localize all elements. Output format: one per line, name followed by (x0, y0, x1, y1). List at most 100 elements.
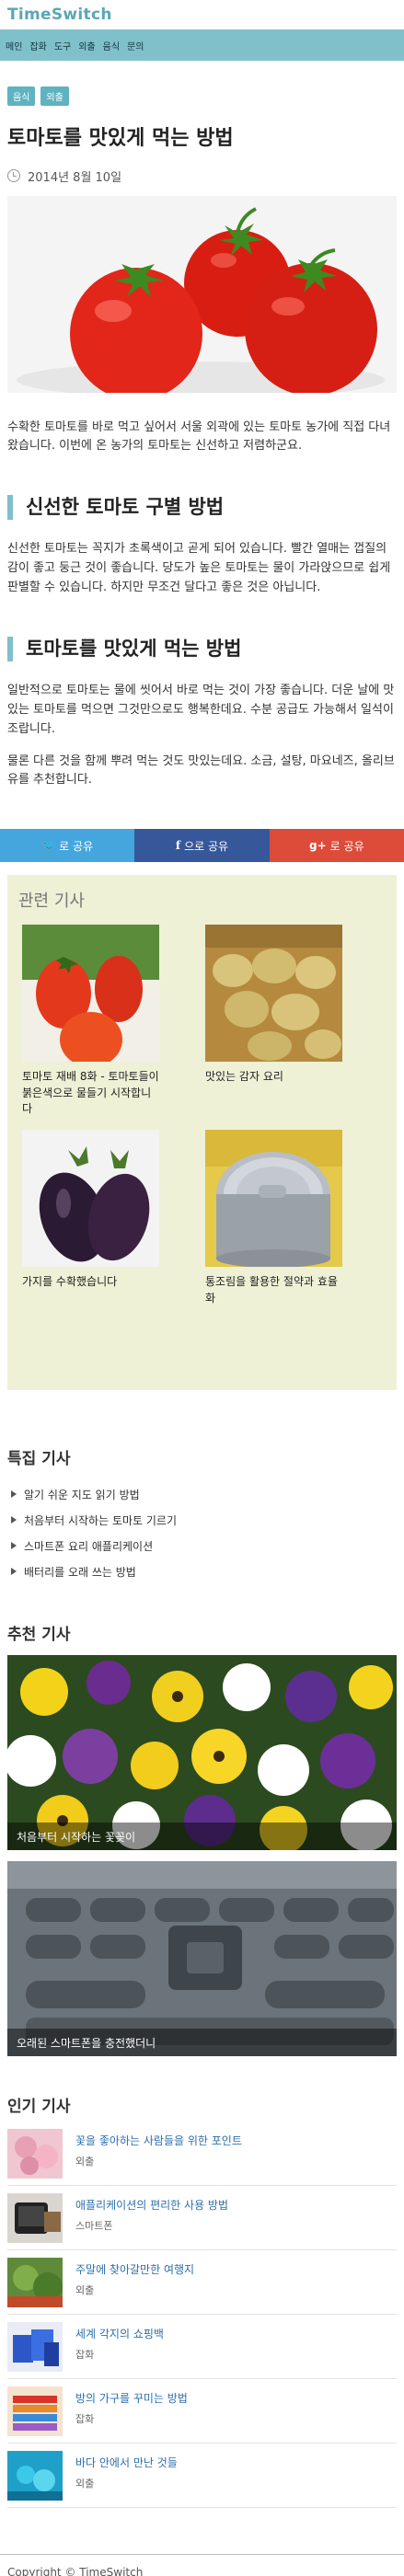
site-header: TimeSwitch (0, 0, 404, 29)
twitter-icon: 🐦 (41, 839, 56, 853)
share-facebook-button[interactable]: f 으로 공유 (134, 829, 270, 863)
nav-item-main[interactable]: 메인 (6, 39, 22, 52)
recommended-card[interactable]: 오래된 스마트폰을 충전했더니 (7, 1861, 397, 2057)
category-tag-food[interactable]: 음식 (7, 86, 36, 106)
recommended-caption: 처음부터 시작하는 꽃꽂이 (7, 1823, 397, 1851)
popular-thumb-flowers (7, 2129, 63, 2179)
category-tag-outing[interactable]: 외출 (40, 86, 69, 106)
popular-item-title: 세계 각지의 쇼핑백 (75, 2328, 164, 2341)
nav-item-tools[interactable]: 도구 (54, 39, 71, 52)
section-body-eat-2: 물론 다른 것을 함께 뿌려 먹는 것도 맛있는데요. 소금, 설탕, 마요네즈… (7, 753, 395, 788)
popular-item-category: 스마트폰 (75, 2220, 113, 2233)
related-item[interactable]: 통조림을 활용한 절약과 효율화 (205, 1130, 342, 1306)
related-section-wrap: 관련 기사 토마토 재배 8화 - 토마토들이 붉은색으로 물들기 시작합니다 (0, 875, 404, 1391)
global-nav: 메인 잡화 도구 외출 음식 문의 (0, 29, 404, 61)
popular-item[interactable]: 세계 각지의 쇼핑백잡화 (7, 2315, 397, 2380)
popular-thumb-phone (7, 2193, 63, 2244)
triangle-right-icon (11, 1542, 17, 1550)
nav-item-misc[interactable]: 잡화 (29, 39, 46, 52)
related-grid: 토마토 재배 8화 - 토마토들이 붉은색으로 물들기 시작합니다 맛있는 감자… (18, 925, 386, 1306)
popular-item-title: 애플리케이션의 편리한 사용 방법 (75, 2199, 229, 2213)
featured-item-label: 처음부터 시작하는 토마토 기르기 (24, 1513, 178, 1527)
popular-item-title: 방의 가구를 꾸미는 방법 (75, 2392, 188, 2406)
article: 음식 외출 토마토를 맛있게 먹는 방법 2014년 8월 10일 수확한 토마… (0, 86, 404, 790)
nav-item-outing[interactable]: 외출 (78, 39, 95, 52)
section-body-fresh: 신선한 토마토는 꼭지가 초록색이고 곧게 되어 있습니다. 빨간 열매는 껍질… (7, 542, 391, 595)
popular-item-category: 외출 (75, 2478, 95, 2490)
triangle-right-icon (11, 1568, 17, 1576)
popular-thumb-furniture (7, 2386, 63, 2437)
recommended-section: 추천 기사 처음부터 시작하는 꽃꽂이 오래된 스마트폰을 충전했더니 (0, 1621, 404, 2057)
share-bar: 🐦 로 공유 f 으로 공유 g+ 로 공유 (0, 829, 404, 863)
copyright: Copyright © TimeSwitch (7, 2566, 144, 2576)
related-thumb-can (205, 1130, 342, 1269)
section-body-eat-1: 일반적으로 토마토는 물에 씻어서 바로 먹는 것이 가장 좋습니다. 더운 날… (7, 684, 395, 736)
nav-item-contact[interactable]: 문의 (127, 39, 144, 52)
clock-icon (7, 169, 20, 183)
popular-item-category: 잡화 (75, 2349, 95, 2362)
related-articles: 관련 기사 토마토 재배 8화 - 토마토들이 붉은색으로 물들기 시작합니다 (7, 875, 397, 1391)
related-thumb-eggplant (22, 1130, 159, 1268)
share-google-label: 로 공유 (329, 839, 364, 853)
hero-image-tomatoes (7, 195, 397, 400)
nav-item-food[interactable]: 음식 (103, 39, 120, 52)
popular-title: 인기 기사 (7, 2098, 71, 2117)
popular-item[interactable]: 애플리케이션의 편리한 사용 방법스마트폰 (7, 2186, 397, 2251)
popular-item-title: 꽃을 좋아하는 사람들을 위한 포인트 (75, 2134, 242, 2148)
recommended-image-flowers (5, 1655, 397, 1855)
google-plus-icon: g+ (309, 839, 327, 853)
share-facebook-label: 으로 공유 (184, 839, 229, 853)
related-title: 관련 기사 (18, 891, 85, 912)
category-tags: 음식 외출 (7, 86, 397, 106)
site-title[interactable]: TimeSwitch (7, 6, 397, 24)
popular-item-title: 바다 안에서 만난 것들 (75, 2456, 178, 2470)
popular-list: 꽃을 좋아하는 사람들을 위한 포인트외출 애플리케이션의 편리한 사용 방법스… (7, 2122, 397, 2509)
popular-item-category: 외출 (75, 2156, 95, 2168)
popular-item[interactable]: 바다 안에서 만난 것들외출 (7, 2444, 397, 2509)
article-date: 2014년 8월 10일 (7, 167, 397, 185)
related-caption: 맛있는 감자 요리 (205, 1070, 283, 1084)
popular-item-category: 외출 (75, 2284, 95, 2297)
related-item[interactable]: 토마토 재배 8화 - 토마토들이 붉은색으로 물들기 시작합니다 (22, 925, 159, 1117)
popular-item[interactable]: 방의 가구를 꾸미는 방법잡화 (7, 2379, 397, 2444)
featured-item[interactable]: 처음부터 시작하는 토마토 기르기 (7, 1507, 397, 1533)
related-thumb-potato (205, 925, 342, 1063)
popular-item[interactable]: 꽃을 좋아하는 사람들을 위한 포인트외출 (7, 2122, 397, 2187)
popular-item[interactable]: 주말에 찾아갈만한 여행지외출 (7, 2250, 397, 2316)
popular-item-category: 잡화 (75, 2413, 95, 2426)
triangle-right-icon (11, 1490, 17, 1499)
related-item[interactable]: 가지를 수확했습니다 (22, 1130, 159, 1306)
date-text: 2014년 8월 10일 (28, 170, 122, 185)
featured-item[interactable]: 알기 쉬운 지도 읽기 방법 (7, 1481, 397, 1507)
related-caption: 토마토 재배 8화 - 토마토들이 붉은색으로 물들기 시작합니다 (22, 1070, 159, 1115)
popular-thumb-shopping-bags (7, 2322, 63, 2373)
related-thumb-tomato (22, 925, 159, 1068)
popular-section: 인기 기사 꽃을 좋아하는 사람들을 위한 포인트외출 애플리케이션의 편리한 … (0, 2093, 404, 2509)
facebook-icon: f (175, 839, 181, 853)
featured-list: 알기 쉬운 지도 읽기 방법 처음부터 시작하는 토마토 기르기 스마트폰 요리… (7, 1481, 397, 1584)
share-twitter-label: 로 공유 (59, 839, 94, 853)
featured-item-label: 알기 쉬운 지도 읽기 방법 (24, 1488, 140, 1501)
recommended-image-ereader (7, 1861, 397, 2057)
share-google-button[interactable]: g+ 로 공유 (269, 829, 404, 863)
popular-item-title: 주말에 찾아갈만한 여행지 (75, 2263, 195, 2277)
featured-item[interactable]: 스마트폰 요리 애플리케이션 (7, 1533, 397, 1558)
share-twitter-button[interactable]: 🐦 로 공유 (0, 829, 135, 863)
popular-thumb-travel (7, 2258, 63, 2308)
featured-item[interactable]: 배터리를 오래 쓰는 방법 (7, 1558, 397, 1584)
recommended-card[interactable]: 처음부터 시작하는 꽃꽂이 (5, 1655, 397, 1855)
section-heading-fresh: 신선한 토마토 구별 방법 (7, 495, 397, 521)
related-caption: 가지를 수확했습니다 (22, 1275, 118, 1289)
lead-paragraph: 수확한 토마토를 바로 먹고 싶어서 서울 외곽에 있는 토마토 농가에 직접 … (7, 420, 391, 454)
section-heading-eat: 토마토를 맛있게 먹는 방법 (7, 636, 397, 662)
triangle-right-icon (11, 1516, 17, 1524)
featured-section: 특집 기사 알기 쉬운 지도 읽기 방법 처음부터 시작하는 토마토 기르기 스… (0, 1445, 404, 1584)
related-item[interactable]: 맛있는 감자 요리 (205, 925, 342, 1117)
popular-thumb-sea (7, 2451, 63, 2501)
recommended-title: 추천 기사 (7, 1626, 71, 1645)
recommended-caption: 오래된 스마트폰을 충전했더니 (7, 2029, 397, 2057)
featured-item-label: 스마트폰 요리 애플리케이션 (24, 1539, 154, 1553)
featured-title: 특집 기사 (7, 1450, 71, 1469)
article-title: 토마토를 맛있게 먹는 방법 (7, 127, 234, 150)
featured-item-label: 배터리를 오래 쓰는 방법 (24, 1565, 136, 1579)
